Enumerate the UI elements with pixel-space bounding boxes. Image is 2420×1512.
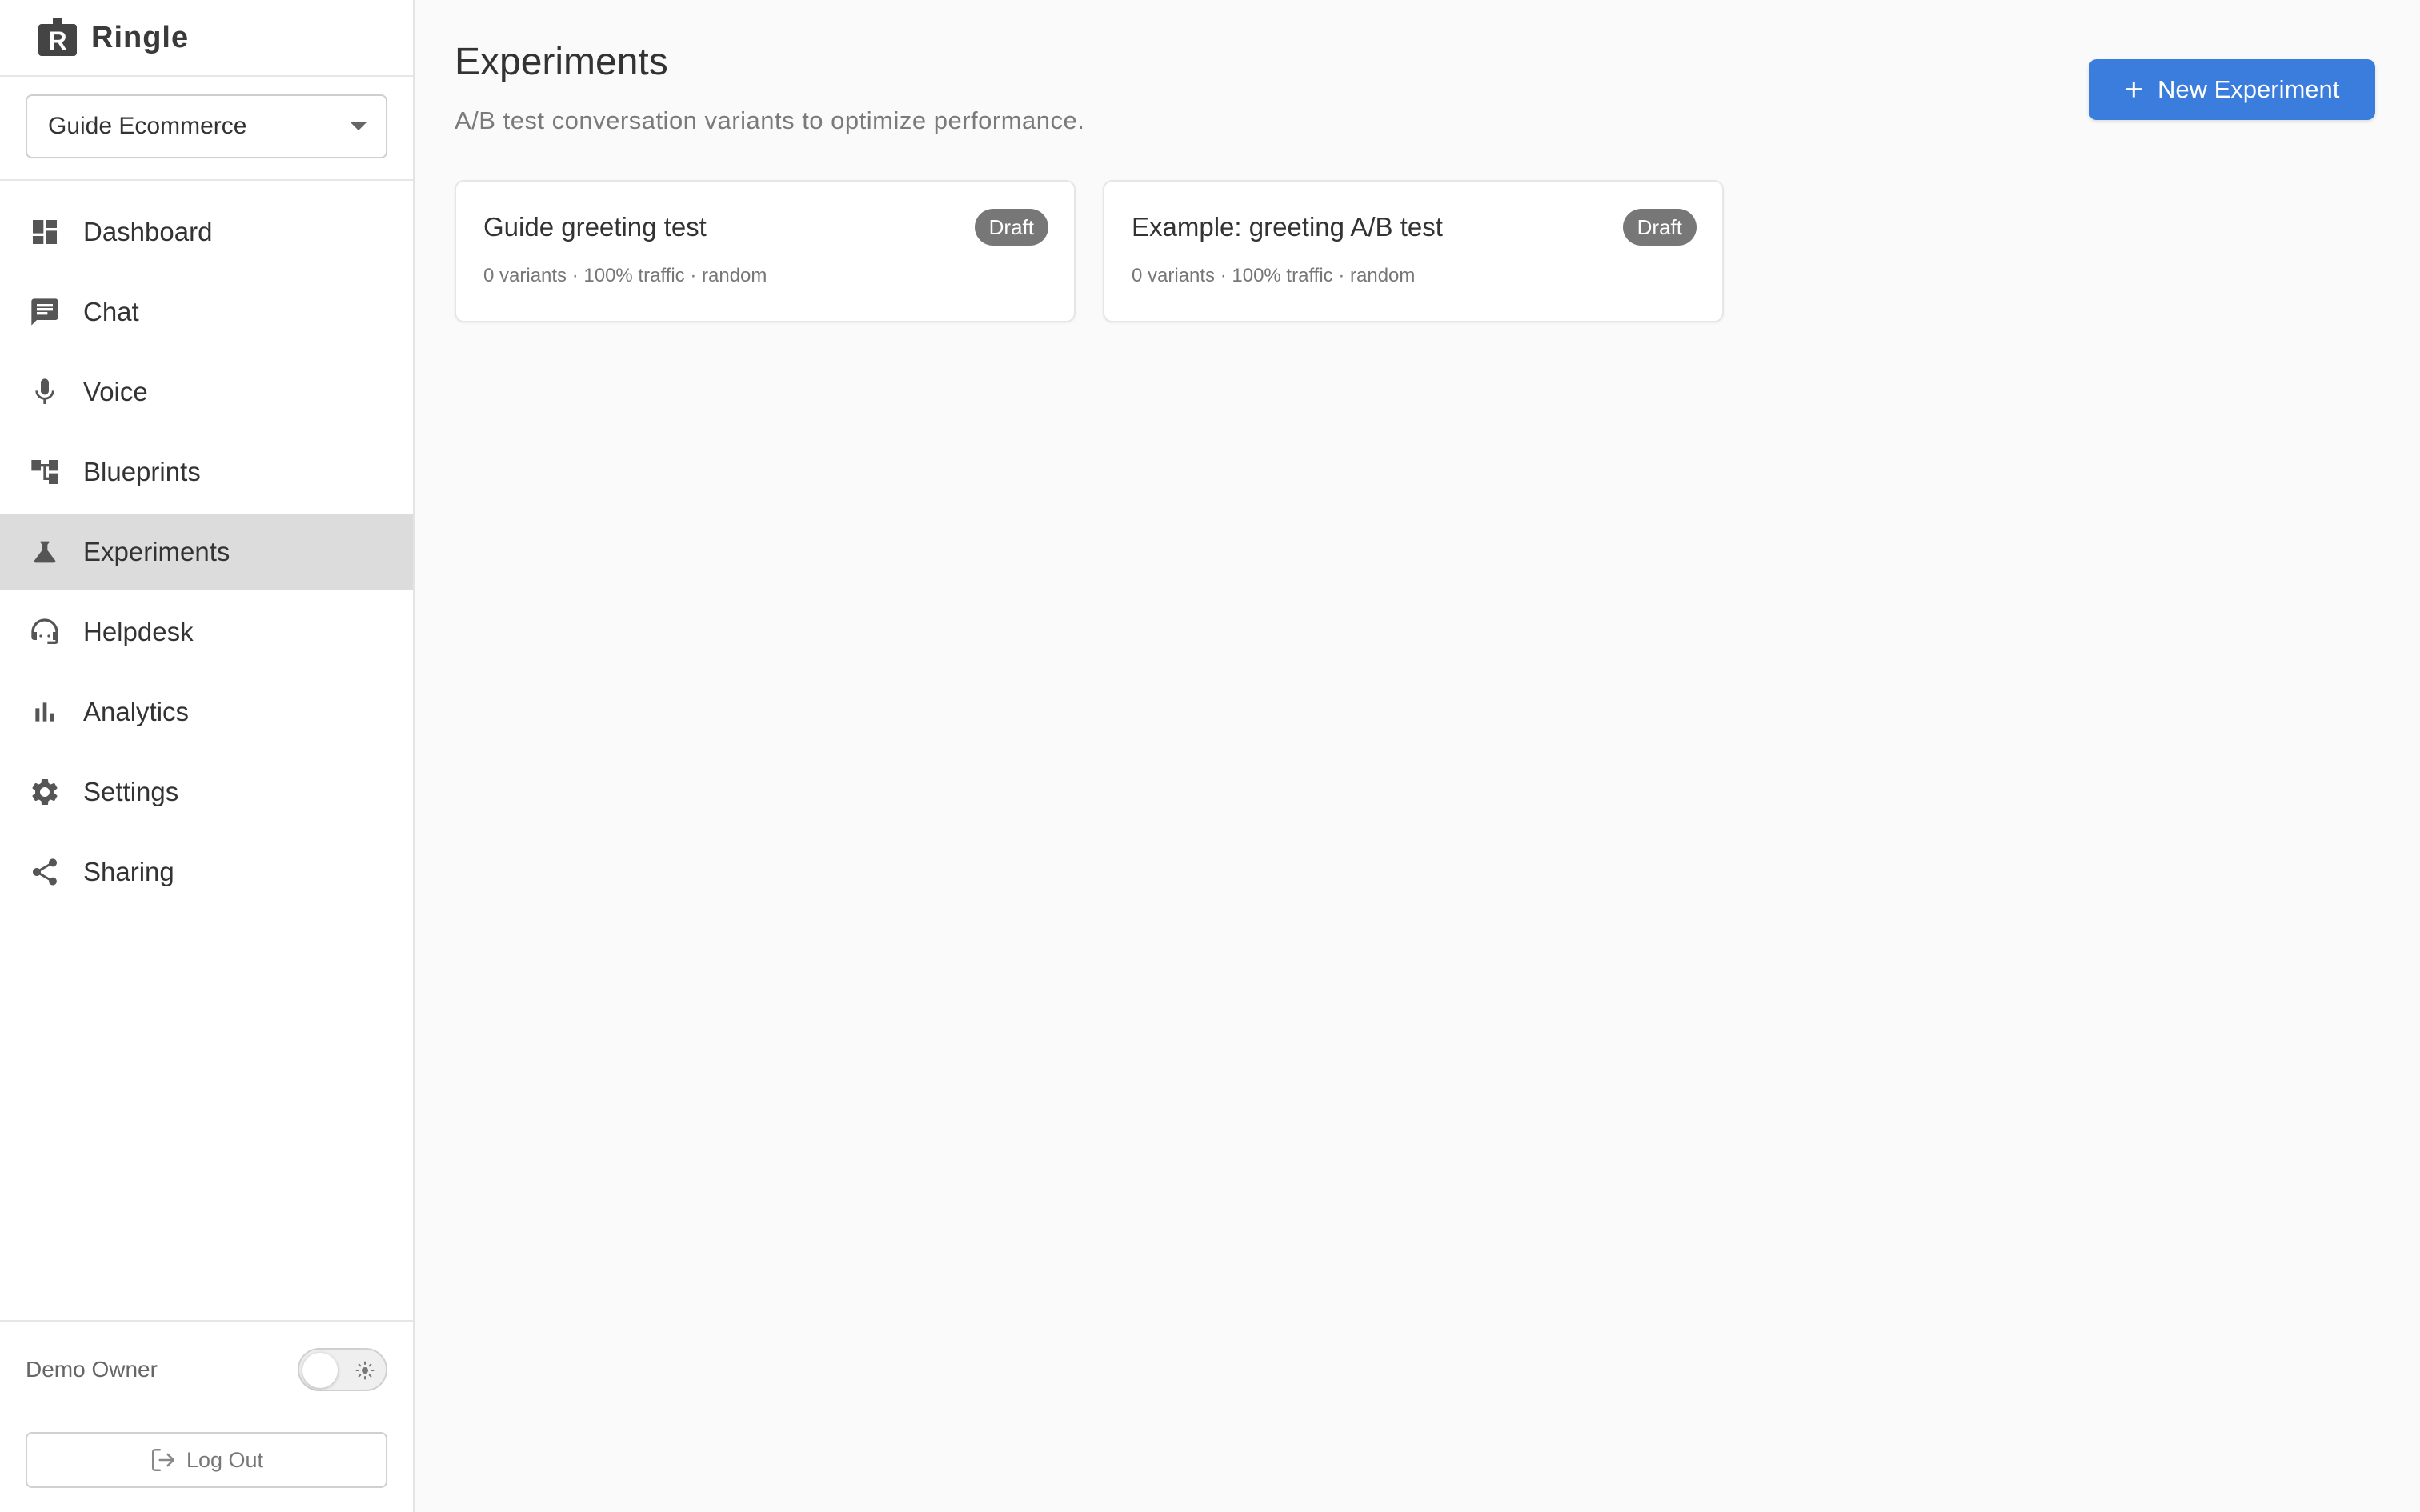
- sidebar-item-label: Experiments: [83, 537, 230, 566]
- sidebar-item-settings[interactable]: Settings: [0, 754, 413, 830]
- new-experiment-label: New Experiment: [2157, 75, 2340, 103]
- theme-toggle[interactable]: [298, 1348, 387, 1391]
- sidebar-item-blueprints[interactable]: Blueprints: [0, 434, 413, 510]
- new-experiment-button[interactable]: + New Experiment: [2089, 59, 2375, 120]
- sidebar-item-helpdesk[interactable]: Helpdesk: [0, 594, 413, 670]
- experiment-card-meta: 0 variants · 100% traffic · random: [1132, 265, 1416, 286]
- sidebar-item-label: Dashboard: [83, 217, 213, 246]
- gear-icon: [27, 774, 62, 810]
- experiment-card-title: Example: greeting A/B test: [1132, 212, 1443, 242]
- main-content: Experiments A/B test conversation varian…: [415, 0, 2420, 1512]
- ringle-logo-icon: R: [38, 18, 77, 56]
- brand-name: Ringle: [91, 20, 190, 54]
- toggle-knob: [302, 1353, 338, 1388]
- sidebar: R Ringle Guide Ecommerce Dashboard Chat: [0, 0, 415, 1512]
- status-badge: Draft: [974, 209, 1048, 246]
- flask-icon: [27, 534, 62, 570]
- blueprint-icon: [27, 454, 62, 490]
- status-badge: Draft: [1622, 209, 1697, 246]
- user-name: Demo Owner: [26, 1357, 158, 1382]
- logout-button[interactable]: Log Out: [26, 1432, 387, 1488]
- sidebar-item-analytics[interactable]: Analytics: [0, 674, 413, 750]
- sidebar-item-label: Blueprints: [83, 457, 201, 486]
- sidebar-item-dashboard[interactable]: Dashboard: [0, 194, 413, 270]
- svg-text:R: R: [48, 26, 66, 55]
- plus-icon: +: [2124, 72, 2143, 107]
- logout-label: Log Out: [186, 1447, 264, 1472]
- sidebar-item-label: Voice: [83, 377, 148, 406]
- user-row: Demo Owner: [26, 1347, 387, 1392]
- sidebar-item-label: Chat: [83, 297, 139, 326]
- headset-icon: [27, 614, 62, 650]
- sidebar-item-voice[interactable]: Voice: [0, 354, 413, 430]
- experiment-card-list: Guide greeting test 0 variants · 100% tr…: [455, 180, 2420, 322]
- experiment-card[interactable]: Guide greeting test 0 variants · 100% tr…: [455, 180, 1076, 322]
- app-root: R Ringle Guide Ecommerce Dashboard Chat: [0, 0, 2420, 1512]
- dashboard-icon: [27, 214, 62, 250]
- mic-icon: [27, 374, 62, 410]
- sidebar-item-label: Analytics: [83, 697, 190, 726]
- logout-icon: [151, 1448, 174, 1472]
- sidebar-nav: Dashboard Chat Voice Blueprints Experime…: [0, 181, 413, 914]
- sidebar-item-label: Helpdesk: [83, 617, 194, 646]
- workspace-selector-wrap: Guide Ecommerce: [0, 77, 413, 181]
- sidebar-footer: Demo Owner Log Out: [0, 1320, 413, 1512]
- caret-down-icon: [351, 122, 367, 130]
- sidebar-item-label: Sharing: [83, 857, 174, 886]
- sun-icon: [355, 1361, 375, 1380]
- workspace-select[interactable]: Guide Ecommerce: [26, 94, 387, 158]
- experiment-card[interactable]: Example: greeting A/B test 0 variants · …: [1103, 180, 1724, 322]
- chat-icon: [27, 294, 62, 330]
- sidebar-item-experiments[interactable]: Experiments: [0, 514, 413, 590]
- sidebar-item-label: Settings: [83, 777, 179, 806]
- experiment-card-meta: 0 variants · 100% traffic · random: [483, 265, 767, 286]
- brand[interactable]: R Ringle: [0, 0, 413, 77]
- sidebar-item-sharing[interactable]: Sharing: [0, 834, 413, 910]
- share-icon: [27, 854, 62, 890]
- workspace-selected-label: Guide Ecommerce: [48, 113, 247, 139]
- sidebar-item-chat[interactable]: Chat: [0, 274, 413, 350]
- bar-chart-icon: [27, 694, 62, 730]
- experiment-card-title: Guide greeting test: [483, 212, 707, 242]
